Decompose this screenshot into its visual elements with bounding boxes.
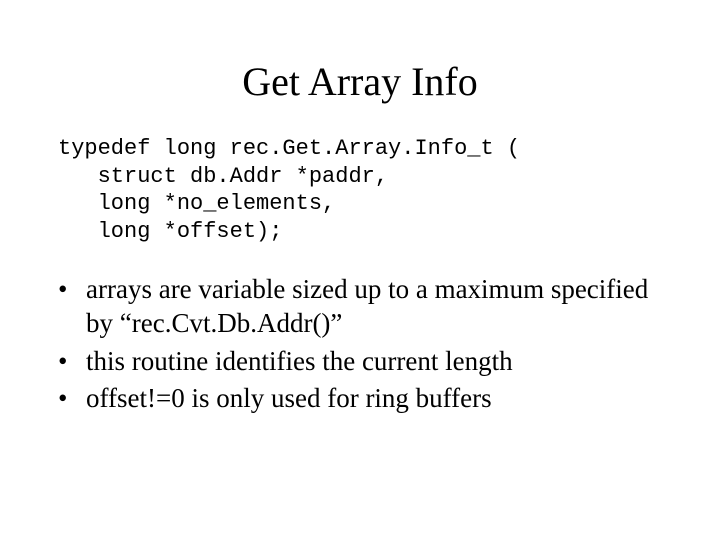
slide: Get Array Info typedef long rec.Get.Arra… <box>0 0 720 540</box>
code-block: typedef long rec.Get.Array.Info_t ( stru… <box>58 135 720 245</box>
code-line-4: long *offset); <box>58 219 282 244</box>
bullet-item: offset!=0 is only used for ring buffers <box>58 382 670 416</box>
code-line-3: long *no_elements, <box>58 191 335 216</box>
bullet-list: arrays are variable sized up to a maximu… <box>58 273 670 416</box>
slide-title: Get Array Info <box>0 0 720 135</box>
code-line-2: struct db.Addr *paddr, <box>58 164 388 189</box>
bullet-item: arrays are variable sized up to a maximu… <box>58 273 670 341</box>
code-line-1: typedef long rec.Get.Array.Info_t ( <box>58 136 520 161</box>
bullet-item: this routine identifies the current leng… <box>58 345 670 379</box>
